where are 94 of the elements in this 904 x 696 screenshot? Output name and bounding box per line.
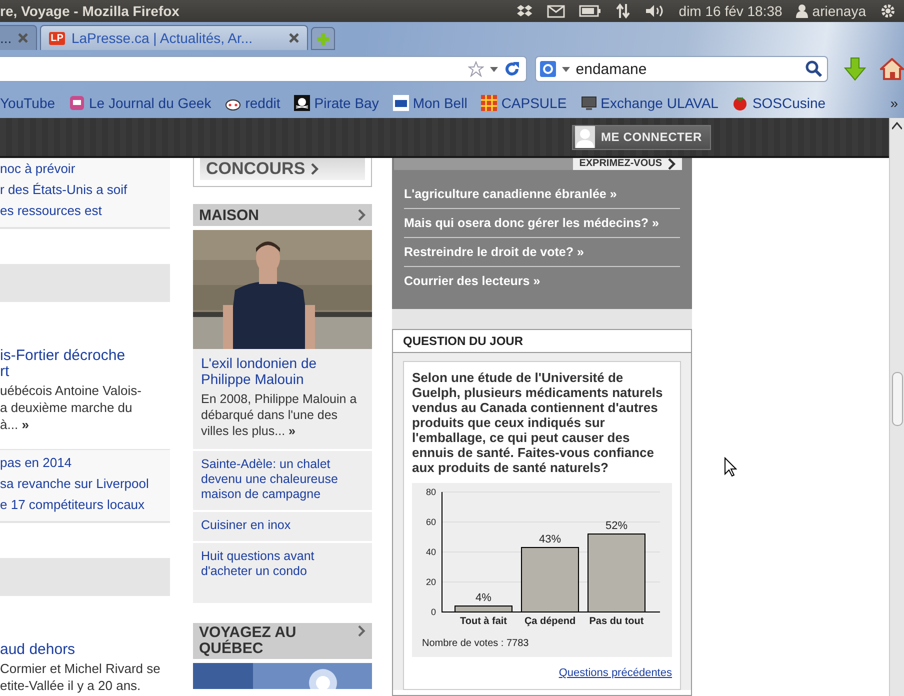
plus-icon (316, 32, 330, 46)
headline-link[interactable]: es ressources est (0, 200, 170, 221)
section-header[interactable]: VOYAGEZ AU QUÉBEC (193, 623, 372, 659)
opinion-link[interactable]: Courrier des lecteurs » (404, 267, 680, 295)
opinion-link[interactable]: Mais qui osera donc gérer les médecins? » (404, 209, 680, 238)
user-icon (796, 4, 808, 18)
headline-link[interactable]: e 17 compétiteurs locaux (0, 494, 170, 515)
login-button[interactable]: ME CONNECTER (572, 124, 711, 150)
mail-icon[interactable] (546, 4, 565, 18)
battery-icon[interactable] (578, 5, 601, 17)
clock[interactable]: dim 16 fév 18:38 (678, 3, 782, 19)
tab-title: LaPresse.ca | Actualités, Ar... (71, 30, 254, 46)
screen-icon (580, 95, 597, 111)
opinion-link[interactable]: Restreindre le droit de vote? » (404, 238, 680, 267)
axis-tick-label: 60 (426, 517, 436, 527)
chevron-icon (311, 163, 320, 175)
value-label: 52% (605, 520, 628, 532)
section-tab[interactable]: EXPRIMEZ-VOUS (573, 158, 682, 170)
browser-tab[interactable]: LP LaPresse.ca | Actualités, Ar... (40, 25, 308, 50)
logo-icon (392, 95, 409, 111)
bookmark[interactable]: YouTube (0, 95, 56, 111)
scroll-up-icon[interactable] (892, 122, 902, 130)
window-title: re, Voyage - Mozilla Firefox (0, 3, 180, 19)
tab-title: ... (0, 30, 12, 46)
axis-tick-label: 0 (430, 607, 436, 617)
axis-tick-label: 80 (426, 487, 436, 497)
article-link[interactable]: Sainte-Adèle: un chalet devenu une chaleureuse maison de campagne (193, 449, 372, 510)
scrollbar[interactable] (889, 118, 904, 696)
close-icon[interactable] (289, 33, 300, 43)
chevron-icon (358, 209, 366, 221)
headline-link[interactable]: r des États-Unis a soif (0, 179, 170, 200)
dropbox-icon[interactable] (516, 4, 533, 18)
search-icon[interactable] (805, 60, 824, 78)
bookmark[interactable]: Mon Bell (392, 95, 468, 111)
network-icon[interactable] (614, 3, 631, 19)
banner-title: CONCOURS (206, 159, 306, 179)
value-label: 43% (538, 534, 562, 546)
section-title: VOYAGEZ AU QUÉBEC (199, 625, 298, 657)
volume-icon[interactable] (644, 4, 665, 18)
bookmark[interactable]: Exchange ULAVAL (580, 95, 718, 111)
search-field[interactable]: endamane (534, 56, 828, 82)
skull-icon (294, 95, 310, 111)
vote-count: Nombre de votes : 7783 (421, 638, 530, 649)
scrollbar-thumb[interactable] (892, 372, 903, 426)
more-bookmarks-chevron[interactable]: » (890, 95, 904, 111)
bar (454, 606, 512, 612)
category-label: Tout à fait (460, 616, 508, 627)
poll-question: Selon une étude de l'Université de Guelph, plusieurs médicaments naturels vendus au Canada contiennent d'autres produits que ceux indiqués sur l'emballage, ce qui peut causer des ennuis de santé. Faites-vous confiance aux produits de santé naturels? (412, 370, 664, 475)
caret-icon[interactable] (490, 66, 498, 72)
reload-icon[interactable] (504, 61, 520, 77)
download-icon[interactable] (844, 57, 866, 81)
browser-tab[interactable]: ... (0, 25, 37, 50)
bookmark[interactable]: Pirate Bay (294, 95, 379, 111)
bookmark[interactable]: SOSCusine (732, 95, 826, 111)
caret-icon[interactable] (562, 66, 570, 72)
bookmark[interactable]: Le Journal du Geek (69, 95, 212, 111)
person-icon (575, 126, 595, 148)
section-header[interactable]: MAISON (193, 204, 372, 226)
article-link[interactable]: Cuisiner en inox (193, 510, 372, 541)
user-name[interactable]: arienaya (812, 3, 866, 19)
opinion-link[interactable]: L'agriculture canadienne ébranlée » (404, 180, 680, 209)
chevron-icon (358, 625, 366, 637)
previous-questions-link[interactable]: Questions précédentes (412, 667, 672, 679)
favicon: LP (48, 32, 66, 44)
section-title: MAISON (199, 206, 259, 224)
article-link[interactable]: Huit questions avant d'acheter un condo (193, 541, 372, 603)
story-title[interactable]: aud dehors (0, 642, 170, 658)
search-engine-icon[interactable] (540, 61, 556, 77)
address-field[interactable] (0, 56, 527, 82)
axis-tick-label: 20 (426, 577, 436, 587)
story-title[interactable]: is-Fortier décroche rt (0, 348, 170, 380)
contest-banner[interactable]: CONCOURS (193, 158, 372, 187)
gear-icon[interactable] (880, 3, 896, 19)
story-summary: uébécois Antoine Valois- a deuxième marche du à... » (0, 382, 142, 433)
bar (521, 547, 579, 612)
article-title[interactable]: L'exil londonien de Philippe Malouin (201, 355, 364, 387)
mouse-pointer-icon (724, 457, 737, 477)
headline-link[interactable]: sa revanche sur Liverpool (0, 473, 170, 494)
bookmark[interactable]: CAPSULE (481, 95, 567, 111)
chevron-icon (668, 158, 676, 170)
grid-icon (481, 95, 498, 111)
home-icon[interactable] (880, 58, 904, 80)
value-label: 4% (476, 592, 492, 604)
headline-link[interactable]: noc à prévoir (0, 158, 170, 179)
category-label: Pas du tout (589, 616, 644, 627)
article-summary: En 2008, Philippe Malouin a débarqué dans l'une des villes les plus... » (201, 391, 358, 439)
headline-link[interactable]: pas en 2014 (0, 452, 170, 473)
star-icon[interactable] (468, 61, 484, 77)
story-summary: Cormier et Michel Rivard se etite-Vallée il y a 20 ans. (0, 660, 162, 694)
tomato-icon (732, 95, 748, 111)
category-label: Ça dépend (524, 616, 576, 627)
axis-tick-label: 40 (426, 547, 436, 557)
robot-icon (69, 95, 86, 111)
bookmark[interactable]: reddit (225, 95, 280, 111)
